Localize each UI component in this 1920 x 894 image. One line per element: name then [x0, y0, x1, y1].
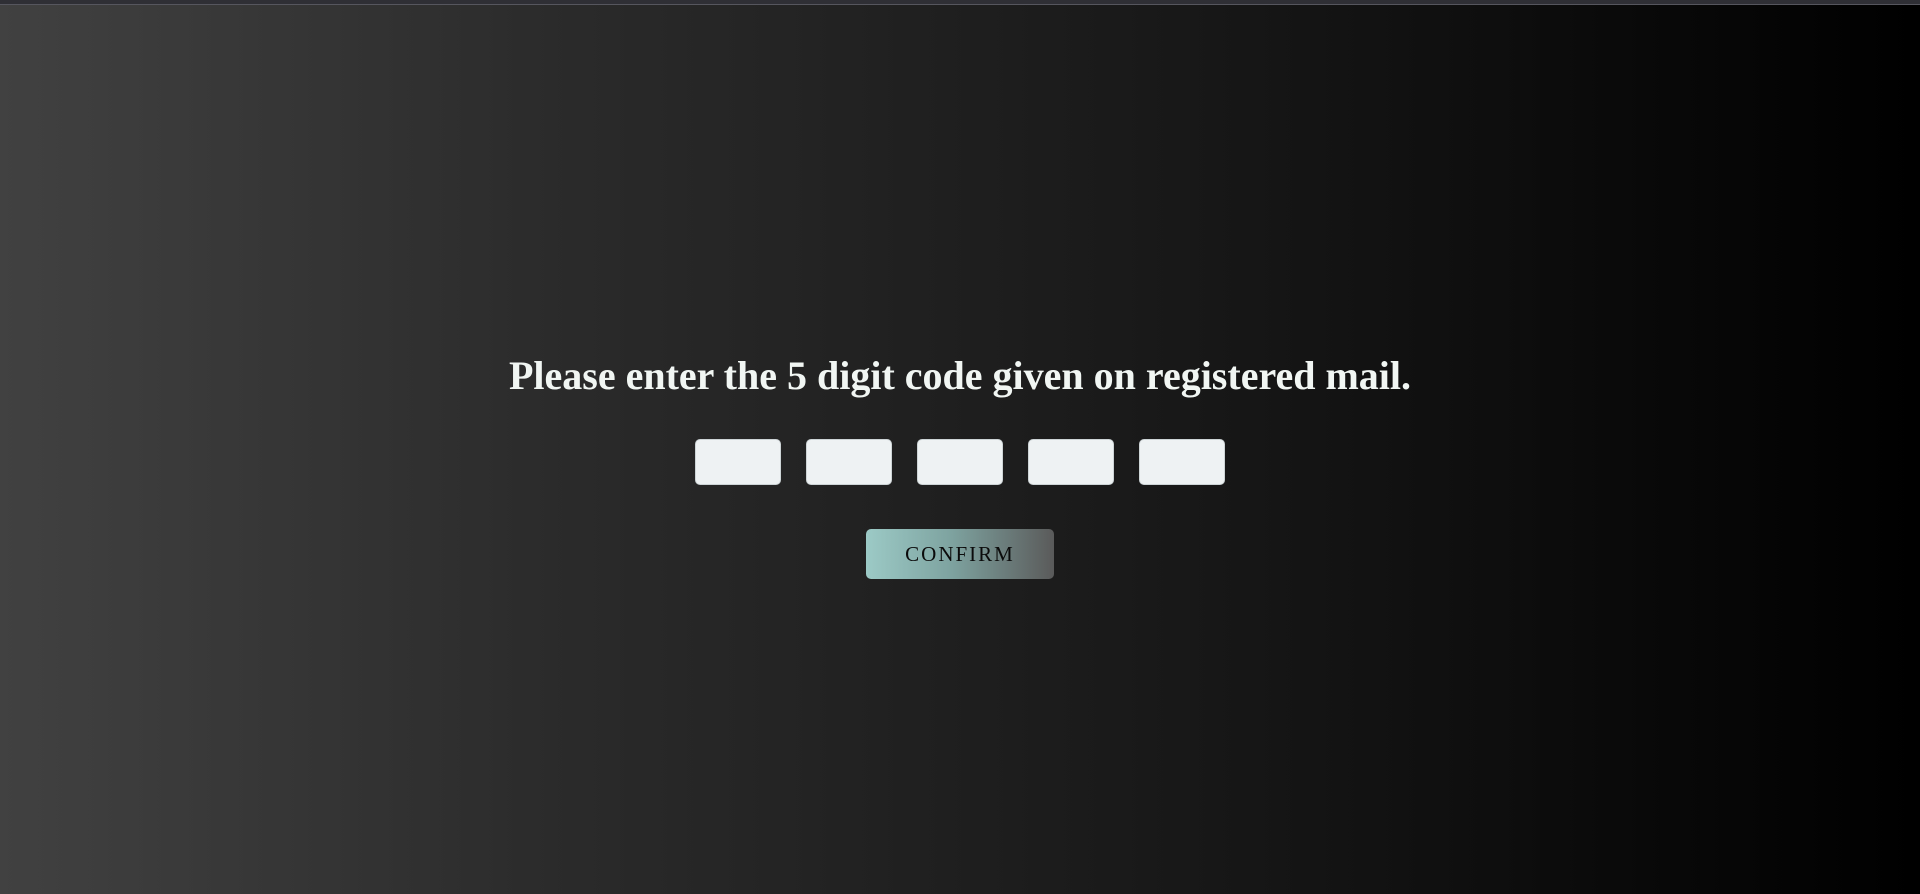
confirm-button[interactable]: CONFIRM [866, 529, 1054, 579]
code-digit-input-2[interactable] [806, 439, 892, 485]
code-digit-input-1[interactable] [695, 439, 781, 485]
browser-top-edge [0, 0, 1920, 5]
code-digit-input-4[interactable] [1028, 439, 1114, 485]
code-digit-input-5[interactable] [1139, 439, 1225, 485]
code-digit-input-3[interactable] [917, 439, 1003, 485]
page-title: Please enter the 5 digit code given on r… [508, 353, 1412, 398]
code-input-group [0, 439, 1920, 485]
